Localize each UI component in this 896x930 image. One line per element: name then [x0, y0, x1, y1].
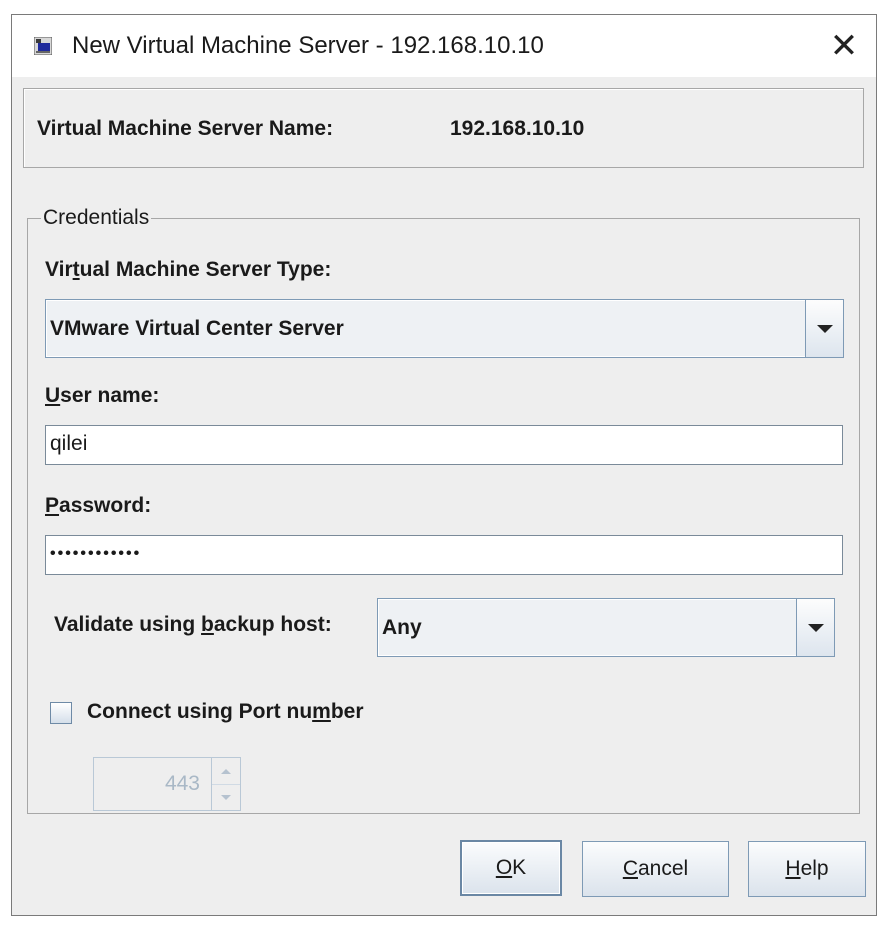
dialog-window: New Virtual Machine Server - 192.168.10.…: [11, 14, 877, 916]
port-number-checkbox[interactable]: [50, 702, 72, 724]
server-type-label: Virtual Machine Server Type:: [45, 258, 332, 281]
server-type-value: VMware Virtual Center Server: [50, 316, 344, 340]
port-number-value: 443: [164, 772, 200, 795]
close-icon[interactable]: ✕: [822, 25, 866, 67]
password-label: Password:: [45, 494, 152, 517]
cancel-button[interactable]: Cancel: [582, 841, 729, 897]
chevron-down-icon[interactable]: [796, 599, 834, 656]
password-field[interactable]: ••••••••••••: [45, 535, 843, 575]
help-button[interactable]: Help: [748, 841, 866, 897]
backup-host-label: Validate using backup host:: [54, 613, 332, 636]
server-name-panel: Virtual Machine Server Name: 192.168.10.…: [23, 88, 864, 168]
spinner-buttons: [211, 758, 240, 810]
server-name-label: Virtual Machine Server Name:: [37, 117, 334, 140]
window-title: New Virtual Machine Server - 192.168.10.…: [72, 32, 544, 59]
spin-down-icon: [212, 784, 240, 810]
port-number-checkbox-label[interactable]: Connect using Port number: [87, 699, 364, 725]
title-bar[interactable]: New Virtual Machine Server - 192.168.10.…: [12, 15, 876, 77]
ok-button[interactable]: OK: [460, 840, 562, 896]
server-type-select[interactable]: VMware Virtual Center Server: [45, 299, 844, 358]
spin-up-icon: [212, 758, 240, 785]
credentials-legend: Credentials: [41, 205, 152, 231]
chevron-down-icon[interactable]: [805, 300, 843, 357]
server-name-value: 192.168.10.10: [450, 117, 585, 140]
username-field[interactable]: qilei: [45, 425, 843, 465]
close-glyph: ✕: [829, 27, 859, 65]
backup-host-select[interactable]: Any: [377, 598, 835, 657]
java-window-icon: [34, 37, 52, 55]
username-label: User name:: [45, 384, 160, 407]
port-number-spinner: 443: [93, 757, 241, 811]
backup-host-value: Any: [382, 615, 422, 639]
